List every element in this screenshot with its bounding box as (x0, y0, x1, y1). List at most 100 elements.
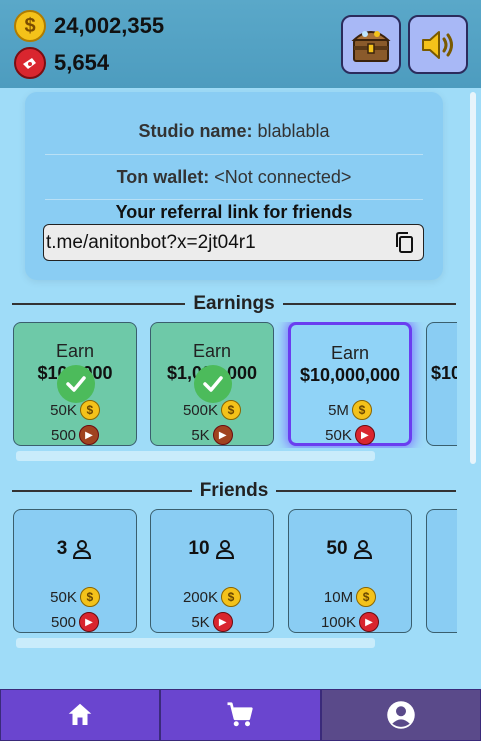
ticket-reward-value: 500 (50, 613, 77, 631)
coin-reward-value: 500K (182, 401, 219, 419)
studio-name-value: blablabla (257, 121, 330, 141)
coin-icon: $ (14, 10, 46, 42)
ticket-reward: 5K ▶ (151, 425, 273, 445)
ticket-reward: 500 ▶ (14, 612, 136, 632)
coin-reward: 200K $ (151, 587, 273, 607)
coin-icon: $ (221, 400, 242, 420)
friend-card[interactable]: 50 10M $ 100K ▶ (288, 509, 412, 633)
divider (45, 154, 423, 155)
check-icon (194, 365, 232, 403)
earning-card-goal: $10 (431, 363, 457, 383)
ticket-icon: ▶ (359, 612, 380, 632)
wallet-value[interactable]: <Not connected> (214, 167, 351, 187)
friends-scrollbar[interactable] (16, 638, 375, 648)
profile-card: Studio name: blablabla Ton wallet: <Not … (25, 92, 443, 280)
coin-reward-value: 50K (50, 401, 77, 419)
studio-name-row: Studio name: blablabla (45, 121, 423, 142)
ticket-reward-value: 5K (191, 426, 210, 444)
coin-icon: $ (351, 400, 372, 420)
friend-card[interactable]: 10 200K $ 5K ▶ (150, 509, 274, 633)
coin-reward-value: 5M (328, 401, 349, 419)
wallet-label: Ton wallet: (116, 167, 210, 187)
ticket-icon: ▶ (79, 612, 100, 632)
ticket-balance-value: 5,654 (54, 50, 110, 75)
cart-icon (227, 702, 254, 727)
friend-count: 10 (151, 538, 273, 560)
ticket-balance: 5,654 (14, 47, 109, 79)
friends-header: Friends (12, 479, 456, 503)
coin-reward: 10M $ (289, 587, 411, 607)
nav-home-button[interactable] (0, 689, 161, 741)
coin-reward-value: 200K (182, 588, 219, 606)
ticket-icon: ▶ (354, 425, 375, 445)
friend-count-value: 3 (56, 538, 68, 559)
ticket-reward: 100K ▶ (289, 612, 411, 632)
ticket-reward-value: 500 (50, 426, 77, 444)
divider (276, 490, 456, 492)
divider (12, 490, 192, 492)
earnings-carousel[interactable]: Earn $100,000 50K$ 500▶ Earn $1,000,000 … (13, 322, 457, 448)
ticket-reward: 50K ▶ (291, 425, 409, 445)
earnings-scrollbar[interactable] (16, 451, 375, 461)
nav-profile-button[interactable] (320, 689, 481, 741)
ticket-reward: 500 ▶ (14, 425, 136, 445)
studio-name-label: Studio name: (138, 121, 253, 141)
coin-balance: $ 24,002,355 (14, 10, 164, 42)
nav-shop-button[interactable] (160, 689, 321, 741)
vertical-scrollbar[interactable] (470, 92, 476, 464)
friend-count: 50 (289, 538, 411, 560)
referral-link-text: t.me/anitonbot?x=2jt04r1 (46, 231, 256, 253)
earning-card-line1: Earn (192, 341, 232, 361)
coin-icon: $ (79, 400, 100, 420)
ticket-icon: ▶ (212, 612, 233, 632)
earning-card-active[interactable]: Earn $10,000,000 5M $ 50K ▶ (288, 322, 412, 446)
coin-reward: 50K $ (14, 587, 136, 607)
friend-card[interactable]: 3 50K $ 500 ▶ (13, 509, 137, 633)
friends-carousel[interactable]: 3 50K $ 500 ▶ 10 200K $ 5K ▶ 50 10M $ 100K ▶ (13, 509, 457, 635)
top-bar: $ 24,002,355 5,654 (0, 0, 481, 88)
coin-reward: 5M $ (291, 400, 409, 420)
divider (45, 199, 423, 200)
friend-count-value: 50 (326, 538, 348, 559)
divider (12, 303, 186, 305)
copy-icon[interactable] (393, 231, 417, 255)
treasure-button[interactable] (341, 15, 401, 74)
earning-card[interactable]: Earn $100,000 50K$ 500▶ (13, 322, 137, 446)
person-icon (215, 540, 234, 559)
ticket-reward-value: 100K (320, 613, 357, 631)
profile-icon (387, 701, 415, 729)
divider (282, 303, 456, 305)
ticket-icon: ▶ (212, 425, 233, 445)
friend-card[interactable] (426, 509, 457, 633)
coin-balance-value: 24,002,355 (54, 13, 165, 38)
coin-reward: 500K $ (151, 400, 273, 420)
coin-icon: $ (79, 587, 100, 607)
referral-link-field[interactable]: t.me/anitonbot?x=2jt04r1 (43, 224, 424, 261)
wallet-row: Ton wallet: <Not connected> (45, 167, 423, 188)
earnings-title: Earnings (193, 293, 275, 314)
earning-card[interactable]: Earn $1,000,000 500K$ 5K▶ (150, 322, 274, 446)
home-icon (68, 703, 92, 725)
ticket-icon: ▶ (79, 425, 100, 445)
coin-icon: $ (356, 587, 377, 607)
earning-card[interactable]: $10 (426, 322, 457, 446)
ticket-reward: 5K ▶ (151, 612, 273, 632)
earning-card-line1: Earn (330, 343, 370, 363)
speaker-icon (422, 30, 453, 59)
friends-title: Friends (199, 480, 269, 501)
coin-reward-value: 50K (50, 588, 77, 606)
ticket-icon (14, 47, 46, 79)
earning-card-goal: $10,000,000 (299, 365, 401, 385)
friend-count: 3 (14, 538, 136, 560)
person-icon (73, 540, 92, 559)
coin-reward: 50K $ (14, 400, 136, 420)
sound-button[interactable] (408, 15, 468, 74)
ticket-reward-value: 50K (325, 426, 352, 444)
check-icon (57, 365, 95, 403)
person-icon (353, 540, 372, 559)
bottom-nav (0, 689, 481, 741)
friend-count-value: 10 (188, 538, 210, 559)
earnings-header: Earnings (12, 292, 456, 316)
ticket-reward-value: 5K (191, 613, 210, 631)
coin-icon: $ (221, 587, 242, 607)
